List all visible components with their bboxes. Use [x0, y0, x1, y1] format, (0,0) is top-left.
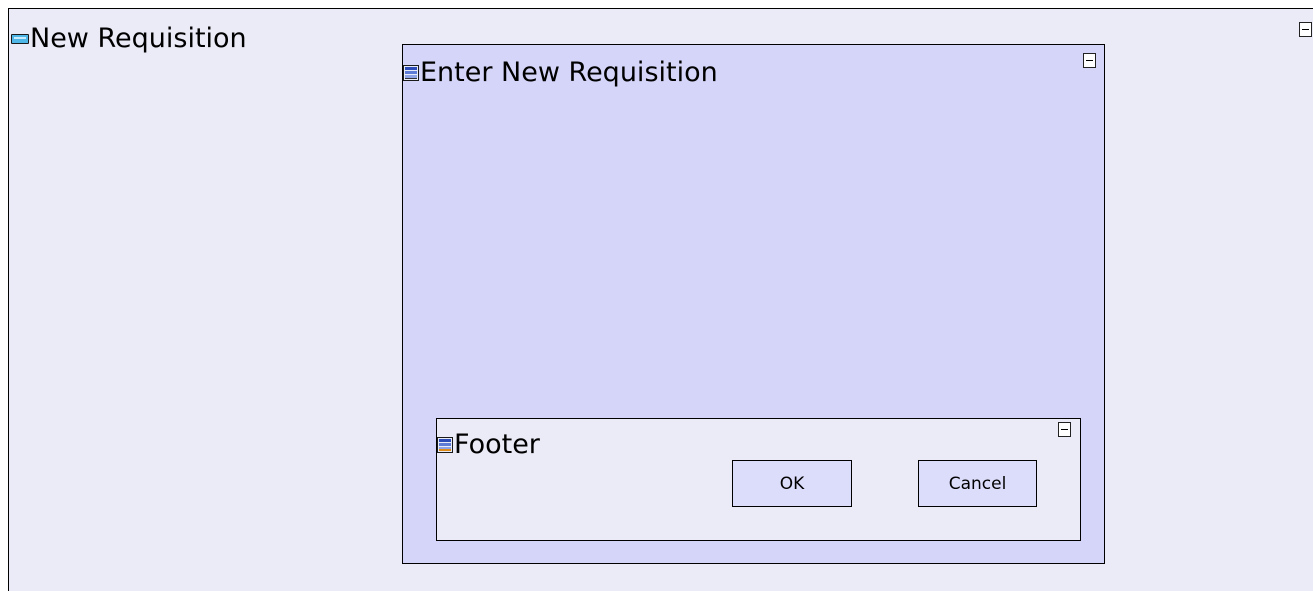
enter-new-requisition-panel[interactable]: Enter New Requisition Footer OK Cancel	[402, 44, 1105, 564]
form-icon	[11, 33, 29, 44]
collapse-icon	[1061, 429, 1068, 430]
footer-panel[interactable]: Footer OK Cancel	[436, 418, 1081, 541]
footer-header: Footer	[437, 429, 540, 460]
ok-button[interactable]: OK	[732, 460, 852, 507]
collapse-icon	[1086, 60, 1093, 61]
new-requisition-title: New Requisition	[30, 23, 247, 54]
new-requisition-header: New Requisition	[11, 23, 247, 54]
collapse-icon	[1302, 29, 1309, 30]
new-requisition-collapse-button[interactable]	[1299, 22, 1312, 37]
panel-icon	[403, 64, 419, 81]
designer-canvas: New Requisition Enter New Requisition Fo…	[0, 0, 1313, 591]
enter-new-requisition-title: Enter New Requisition	[420, 57, 718, 88]
enter-new-requisition-collapse-button[interactable]	[1083, 53, 1096, 68]
footer-title: Footer	[454, 429, 540, 460]
footer-panel-icon	[437, 436, 453, 453]
cancel-button[interactable]: Cancel	[918, 460, 1037, 507]
footer-collapse-button[interactable]	[1058, 422, 1071, 437]
enter-new-requisition-header: Enter New Requisition	[403, 57, 718, 88]
